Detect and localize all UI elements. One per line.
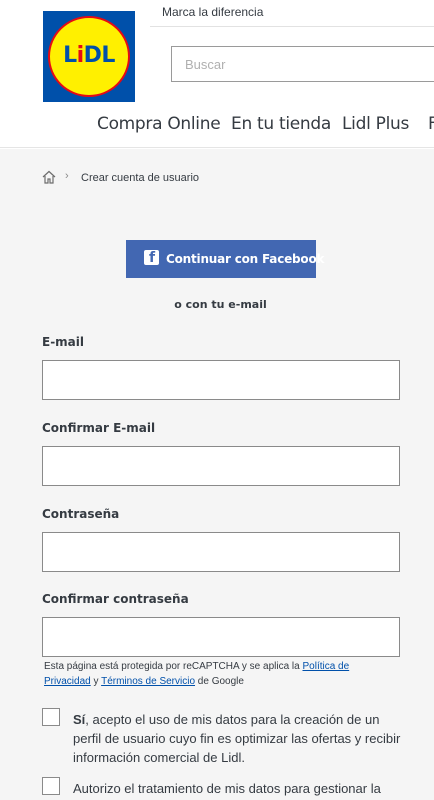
- consent-profile-body: , acepto el uso de mis datos para la cre…: [73, 712, 401, 765]
- consent-profile-bold: Sí: [73, 712, 86, 727]
- signup-section: › Crear cuenta de usuario f Continuar co…: [0, 149, 434, 800]
- recaptcha-notice: Esta página está protegida por reCAPTCHA…: [44, 659, 384, 689]
- nav-more[interactable]: F: [428, 114, 434, 134]
- password-label: Contraseña: [42, 507, 120, 521]
- logo-text: LiDL: [63, 43, 115, 68]
- recaptcha-suffix: de Google: [195, 676, 244, 687]
- or-email-divider: o con tu e-mail: [174, 298, 267, 311]
- confirm-email-field[interactable]: [42, 446, 400, 486]
- facebook-login-button[interactable]: f Continuar con Facebook: [126, 240, 325, 278]
- site-header: Marca la diferencia LiDL Compra Online E…: [0, 0, 434, 148]
- confirm-password-label: Confirmar contraseña: [42, 592, 189, 606]
- facebook-button-label: Continuar con Facebook: [166, 252, 325, 266]
- password-field[interactable]: [42, 532, 400, 572]
- email-label: E-mail: [42, 335, 85, 349]
- breadcrumb-current: Crear cuenta de usuario: [81, 172, 200, 184]
- confirm-password-field[interactable]: [42, 617, 400, 657]
- nav-en-tu-tienda[interactable]: En tu tienda: [231, 114, 331, 134]
- search-input[interactable]: [172, 47, 434, 81]
- header-divider: [150, 26, 434, 27]
- recaptcha-middle: y: [90, 676, 102, 687]
- consent-profile-checkbox[interactable]: [42, 708, 60, 726]
- recaptcha-prefix: Esta página está protegida por reCAPTCHA…: [44, 661, 303, 672]
- confirm-email-label: Confirmar E-mail: [42, 421, 156, 435]
- chevron-right-icon: ›: [65, 170, 69, 182]
- consent-data-processing-text: Autorizo el tratamiento de mis datos par…: [73, 781, 381, 796]
- consent-data-processing-checkbox[interactable]: [42, 777, 60, 795]
- email-field[interactable]: [42, 360, 400, 400]
- terms-of-service-link[interactable]: Términos de Servicio: [101, 676, 195, 687]
- home-icon[interactable]: [42, 170, 56, 184]
- lidl-logo[interactable]: LiDL: [43, 11, 135, 102]
- facebook-icon: f: [144, 250, 159, 266]
- nav-lidl-plus[interactable]: Lidl Plus: [342, 114, 409, 134]
- nav-compra-online[interactable]: Compra Online: [97, 114, 221, 134]
- consent-profile-text: Sí, acepto el uso de mis datos para la c…: [73, 710, 403, 767]
- tagline: Marca la diferencia: [162, 5, 264, 19]
- search-box: [171, 46, 434, 82]
- logo-circle: LiDL: [48, 16, 130, 97]
